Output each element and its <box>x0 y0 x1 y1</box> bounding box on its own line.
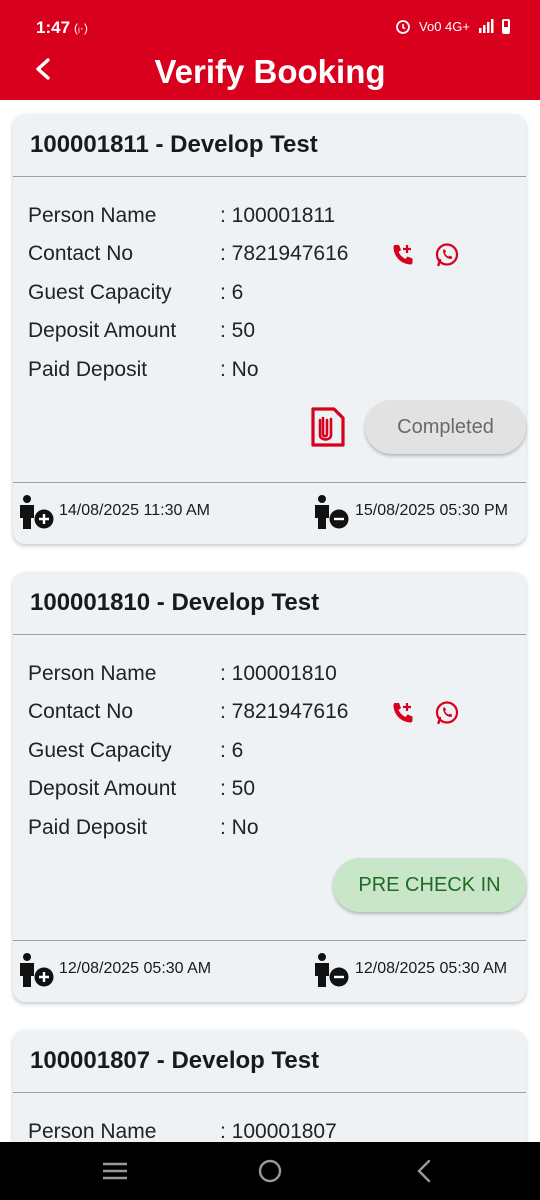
system-nav-bar <box>0 1142 540 1200</box>
person-name-value: : 100001810 <box>220 662 337 685</box>
signal-icon <box>479 19 494 33</box>
pdf-attachment-icon[interactable] <box>310 406 346 448</box>
check-in-datetime: 14/08/2025 11:30 AM <box>59 502 210 519</box>
paid-deposit-label: Paid Deposit <box>28 816 148 839</box>
completed-button[interactable]: Completed <box>365 400 526 454</box>
booking-title: 100001810 - Develop Test <box>13 572 526 635</box>
guest-capacity-label: Guest Capacity <box>28 281 172 304</box>
guest-capacity-label: Guest Capacity <box>28 739 172 762</box>
pre-check-in-button[interactable]: PRE CHECK IN <box>333 858 526 912</box>
paid-deposit-value: : No <box>220 358 259 381</box>
person-name-label: Person Name <box>28 204 157 227</box>
add-call-icon[interactable] <box>390 700 416 726</box>
contact-label: Contact No <box>28 700 134 723</box>
person-name-value: : 100001811 <box>220 204 336 227</box>
booking-card[interactable]: 100001807 - Develop Test Person Name : 1… <box>13 1030 526 1142</box>
check-in-person-icon <box>20 953 54 987</box>
booking-list[interactable]: 100001811 - Develop Test Person Name : 1… <box>0 100 540 1142</box>
guest-capacity-value: : 6 <box>220 739 244 762</box>
whatsapp-icon[interactable] <box>434 242 460 268</box>
check-in-person-icon <box>20 495 54 529</box>
hotspot-indicator: (ᵢ·) <box>74 21 88 35</box>
back-nav-icon[interactable] <box>410 1156 440 1186</box>
deposit-amount-label: Deposit Amount <box>28 319 177 342</box>
guest-capacity-value: : 6 <box>220 281 244 304</box>
person-name-label: Person Name <box>28 1120 157 1142</box>
booking-title: 100001807 - Develop Test <box>13 1030 526 1093</box>
contact-value: : 7821947616 <box>220 242 349 265</box>
status-icons: Vo0 4G+ <box>395 18 510 34</box>
check-out-person-icon <box>315 953 349 987</box>
booking-title: 100001811 - Develop Test <box>13 114 526 177</box>
person-name-value: : 100001807 <box>220 1120 337 1142</box>
add-call-icon[interactable] <box>390 242 416 268</box>
battery-icon <box>502 18 510 34</box>
check-out-datetime: 12/08/2025 05:30 AM <box>355 960 508 977</box>
card-divider <box>13 940 526 941</box>
check-out-person-icon <box>315 495 349 529</box>
check-out-datetime: 15/08/2025 05:30 PM <box>355 502 509 519</box>
deposit-amount-value: : 50 <box>220 319 256 342</box>
booking-card[interactable]: 100001810 - Develop Test Person Name : 1… <box>13 572 526 1002</box>
card-divider <box>13 482 526 483</box>
whatsapp-icon[interactable] <box>434 700 460 726</box>
booking-card[interactable]: 100001811 - Develop Test Person Name : 1… <box>13 114 526 544</box>
paid-deposit-value: : No <box>220 816 259 839</box>
app-bar: Verify Booking <box>0 44 540 100</box>
contact-label: Contact No <box>28 242 134 265</box>
paid-deposit-label: Paid Deposit <box>28 358 148 381</box>
deposit-amount-value: : 50 <box>220 777 256 800</box>
status-time: 1:47 <box>36 18 71 37</box>
status-bar: 1:47 (ᵢ·) Vo0 4G+ <box>0 0 540 44</box>
deposit-amount-label: Deposit Amount <box>28 777 177 800</box>
home-icon[interactable] <box>255 1156 285 1186</box>
recent-apps-icon[interactable] <box>100 1156 130 1186</box>
alarm-icon <box>396 20 410 34</box>
check-in-datetime: 12/08/2025 05:30 AM <box>59 960 212 977</box>
person-name-label: Person Name <box>28 662 157 685</box>
network-indicator: Vo0 4G+ <box>419 18 470 34</box>
page-title: Verify Booking <box>154 53 386 90</box>
contact-value: : 7821947616 <box>220 700 349 723</box>
